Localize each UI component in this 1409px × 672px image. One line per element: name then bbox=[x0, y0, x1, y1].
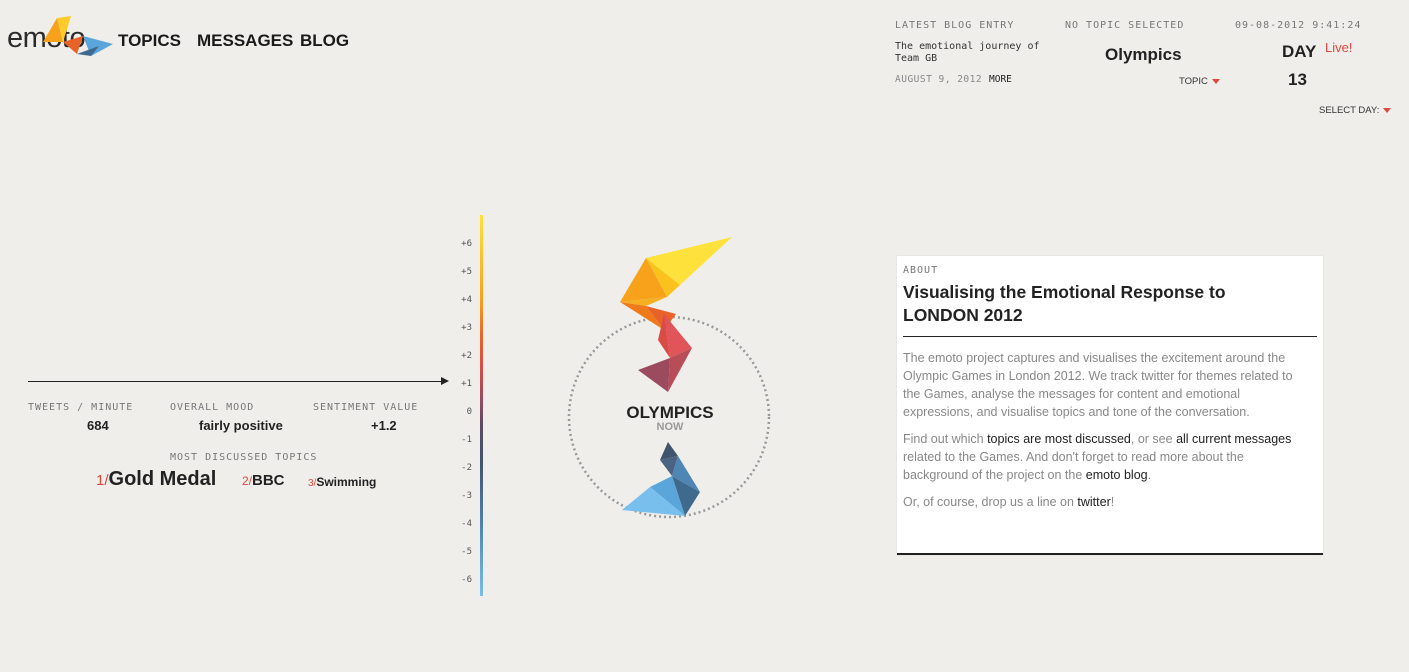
topic-status: NO TOPIC SELECTED bbox=[1065, 20, 1185, 31]
scale-tick-label: +2 bbox=[461, 351, 472, 361]
scale-tick-label: +5 bbox=[461, 267, 472, 277]
scale-tick-label: -5 bbox=[461, 547, 472, 557]
text: Find out which bbox=[903, 432, 988, 446]
scale-tick-label: +1 bbox=[461, 379, 472, 389]
timestamp: 09-08-2012 9:41:24 bbox=[1235, 20, 1362, 31]
about-paragraph: Find out which topics are most discussed… bbox=[903, 430, 1303, 484]
text: . bbox=[1147, 468, 1152, 482]
about-body: The emoto project captures and visualise… bbox=[903, 349, 1303, 520]
top-topic-3[interactable]: 3/Swimming bbox=[308, 475, 376, 489]
divider bbox=[903, 336, 1317, 337]
emoto-blog-link[interactable]: emoto blog bbox=[1086, 468, 1148, 482]
text: related to the Games. And don't forget t… bbox=[903, 450, 1244, 482]
blog-date: AUGUST 9, 2012 bbox=[895, 74, 983, 85]
blog-more-link[interactable]: MORE bbox=[989, 74, 1012, 85]
center-topic-title: OLYMPICS bbox=[626, 403, 714, 422]
latest-blog-label: LATEST BLOG ENTRY bbox=[895, 20, 1015, 31]
topic-rank: 2/ bbox=[242, 474, 253, 488]
olympics-origami-visual bbox=[567, 237, 771, 519]
topics-link[interactable]: topics are most discussed bbox=[987, 432, 1131, 446]
nav-blog[interactable]: BLOG bbox=[300, 31, 349, 51]
scale-tick-label: -6 bbox=[461, 575, 472, 585]
caret-down-icon bbox=[1211, 78, 1220, 84]
scale-tick-label: -4 bbox=[461, 519, 472, 529]
sentiment-value-label: SENTIMENT VALUE bbox=[313, 402, 419, 413]
topic-dropdown-label: TOPIC bbox=[1179, 76, 1208, 87]
select-day-dropdown[interactable]: SELECT DAY: bbox=[1319, 105, 1392, 116]
day-number: 13 bbox=[1288, 70, 1307, 89]
sentiment-value: +1.2 bbox=[371, 418, 397, 433]
overall-mood-label: OVERALL MOOD bbox=[170, 402, 255, 413]
about-paragraph: Or, of course, drop us a line on twitter… bbox=[903, 493, 1303, 511]
scale-tick-label: +6 bbox=[461, 239, 472, 249]
scale-tick-label: -1 bbox=[461, 435, 472, 445]
center-topic-subtitle: NOW bbox=[656, 421, 684, 433]
tweets-per-minute-value: 684 bbox=[87, 418, 109, 433]
scale-tick-label: -2 bbox=[461, 463, 472, 473]
twitter-link[interactable]: twitter bbox=[1077, 495, 1110, 509]
top-topic-1[interactable]: 1/Gold Medal bbox=[96, 468, 216, 491]
live-badge: Live! bbox=[1325, 40, 1353, 55]
top-topic-2[interactable]: 2/BBC bbox=[242, 472, 285, 489]
overall-mood-value: fairly positive bbox=[199, 418, 283, 433]
caret-down-icon bbox=[1383, 107, 1392, 113]
topic-rank: 1/ bbox=[96, 472, 109, 489]
most-discussed-label: MOST DISCUSSED TOPICS bbox=[170, 452, 318, 463]
about-label: ABOUT bbox=[903, 265, 939, 276]
tweets-per-minute-label: TWEETS / MINUTE bbox=[28, 402, 134, 413]
about-paragraph: The emoto project captures and visualise… bbox=[903, 351, 1293, 419]
topic-name: Swimming bbox=[316, 475, 377, 489]
text: ! bbox=[1110, 495, 1115, 509]
emoto-logo[interactable]: emoto bbox=[7, 14, 117, 58]
topic-dropdown[interactable]: TOPIC bbox=[1179, 76, 1220, 87]
scale-tick-label: +4 bbox=[461, 295, 472, 305]
about-title: Visualising the Emotional Response to LO… bbox=[903, 282, 1226, 325]
blog-entry-link[interactable]: The emotional journey of Team GB bbox=[895, 41, 1045, 65]
text: , or see bbox=[1130, 432, 1177, 446]
scale-tick-label: 0 bbox=[466, 407, 472, 417]
logo-origami-icon bbox=[43, 16, 113, 56]
topic-name: BBC bbox=[252, 472, 285, 489]
scale-tick-label: -3 bbox=[461, 491, 472, 501]
nav-messages[interactable]: MESSAGES bbox=[197, 31, 293, 51]
sentiment-pointer-line bbox=[28, 381, 443, 382]
nav-topics[interactable]: TOPICS bbox=[118, 31, 181, 51]
text: Or, of course, drop us a line on bbox=[903, 495, 1078, 509]
topic-name: Olympics bbox=[1105, 45, 1182, 64]
about-card: ABOUT Visualising the Emotional Response… bbox=[897, 256, 1323, 555]
sentiment-scale-bar bbox=[480, 215, 483, 596]
scale-tick-label: +3 bbox=[461, 323, 472, 333]
topic-name: Gold Medal bbox=[108, 468, 217, 490]
day-label: DAY bbox=[1282, 42, 1317, 61]
messages-link[interactable]: all current messages bbox=[1176, 432, 1291, 446]
select-day-label: SELECT DAY: bbox=[1319, 105, 1380, 116]
